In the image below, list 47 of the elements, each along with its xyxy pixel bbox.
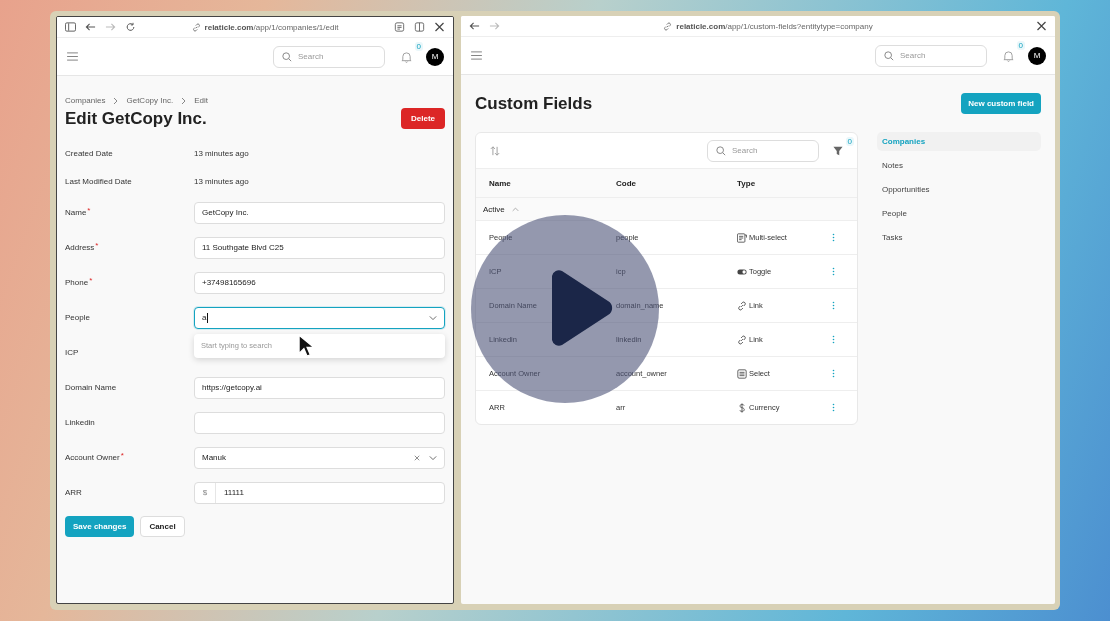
text-field[interactable]: 11 Southgate Blvd C25 (194, 236, 445, 259)
select-field[interactable]: Manuk (194, 446, 445, 469)
field-label: Account Owner (65, 453, 120, 462)
column-header: Code (616, 178, 637, 188)
notification-count: 0 (1016, 40, 1025, 50)
combobox-field[interactable]: a (194, 306, 445, 329)
delete-button[interactable]: Delete (401, 108, 445, 129)
required-asterisk: * (89, 278, 93, 284)
entity-nav-item[interactable]: Tasks (877, 228, 1041, 247)
text-field[interactable]: GetCopy Inc. (194, 201, 445, 224)
field-label: Domain Name (65, 383, 117, 392)
currency-prefix: $ (195, 482, 216, 503)
page-title: Custom Fields (475, 93, 593, 114)
currency-field[interactable]: $ 11111 (194, 481, 445, 504)
page-title: Edit GetCopy Inc. (65, 108, 207, 129)
entity-nav-item[interactable]: Notes (877, 156, 1041, 175)
avatar[interactable]: M (426, 47, 444, 66)
field-value: 13 minutes ago (194, 176, 250, 186)
avatar[interactable]: M (1028, 46, 1046, 65)
field-label: People (65, 313, 90, 322)
breadcrumb-link[interactable]: GetCopy Inc. (126, 96, 174, 105)
field-label: Last Modified Date (65, 176, 133, 186)
field-label: Name (65, 208, 87, 217)
breadcrumb-link[interactable]: Companies (65, 96, 106, 105)
address-bar[interactable]: relaticle.com/app/1/custom-fields?entitytype=company (676, 21, 873, 31)
group-label: Active (483, 204, 505, 214)
address-bar[interactable]: relaticle.com/app/1/companies/1/edit (204, 22, 339, 32)
field-value: 13 minutes ago (194, 148, 250, 158)
column-header: Type (737, 178, 757, 188)
notification-count: 0 (414, 41, 423, 51)
cancel-button[interactable]: Cancel (140, 516, 185, 537)
text-field[interactable]: https://getcopy.ai (194, 376, 445, 399)
text-field[interactable]: +37498165696 (194, 271, 445, 294)
required-asterisk: * (120, 453, 124, 459)
breadcrumb-link[interactable]: Edit (194, 96, 208, 105)
filter-count: 0 (845, 136, 854, 146)
required-asterisk: * (95, 243, 99, 249)
field-label: Phone (65, 278, 89, 287)
entity-nav-item[interactable]: People (877, 204, 1041, 223)
field-label: Linkedin (65, 418, 95, 427)
field-label: Created Date (65, 148, 114, 158)
field-label: ARR (65, 488, 82, 497)
field-label: Address (65, 243, 95, 252)
field-label: ICP (65, 348, 79, 357)
required-asterisk: * (87, 208, 91, 214)
column-header: Name (489, 178, 512, 188)
entity-nav-item[interactable]: Opportunities (877, 180, 1041, 199)
